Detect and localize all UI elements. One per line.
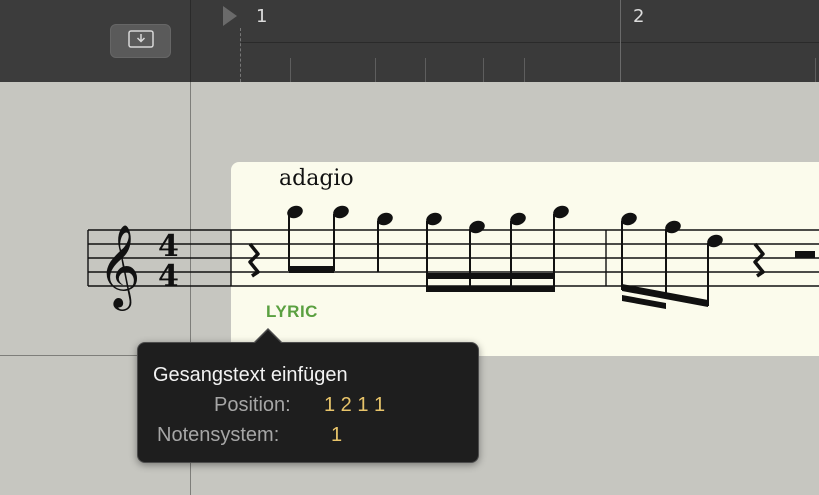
tooltip-title: Gesangstext einfügen xyxy=(153,364,348,386)
tooltip-position-value: 1 2 1 1 xyxy=(324,394,386,416)
tooltip-staff-label: Notensystem: xyxy=(157,424,280,446)
note-group xyxy=(287,205,349,273)
time-signature-denominator: 4 xyxy=(158,259,179,294)
note-group xyxy=(426,205,569,292)
treble-clef-icon: 𝄞 xyxy=(98,223,141,311)
note-group xyxy=(621,212,723,309)
tooltip-staff-value: 1 xyxy=(331,424,343,446)
half-rest xyxy=(795,251,815,258)
tooltip-position-label: Position: xyxy=(214,394,291,416)
note xyxy=(377,212,393,272)
tooltip-arrow-fill xyxy=(254,330,282,344)
quarter-rest xyxy=(248,242,260,278)
lyric-label[interactable]: LYRIC xyxy=(266,302,318,322)
quarter-rest xyxy=(753,242,765,278)
